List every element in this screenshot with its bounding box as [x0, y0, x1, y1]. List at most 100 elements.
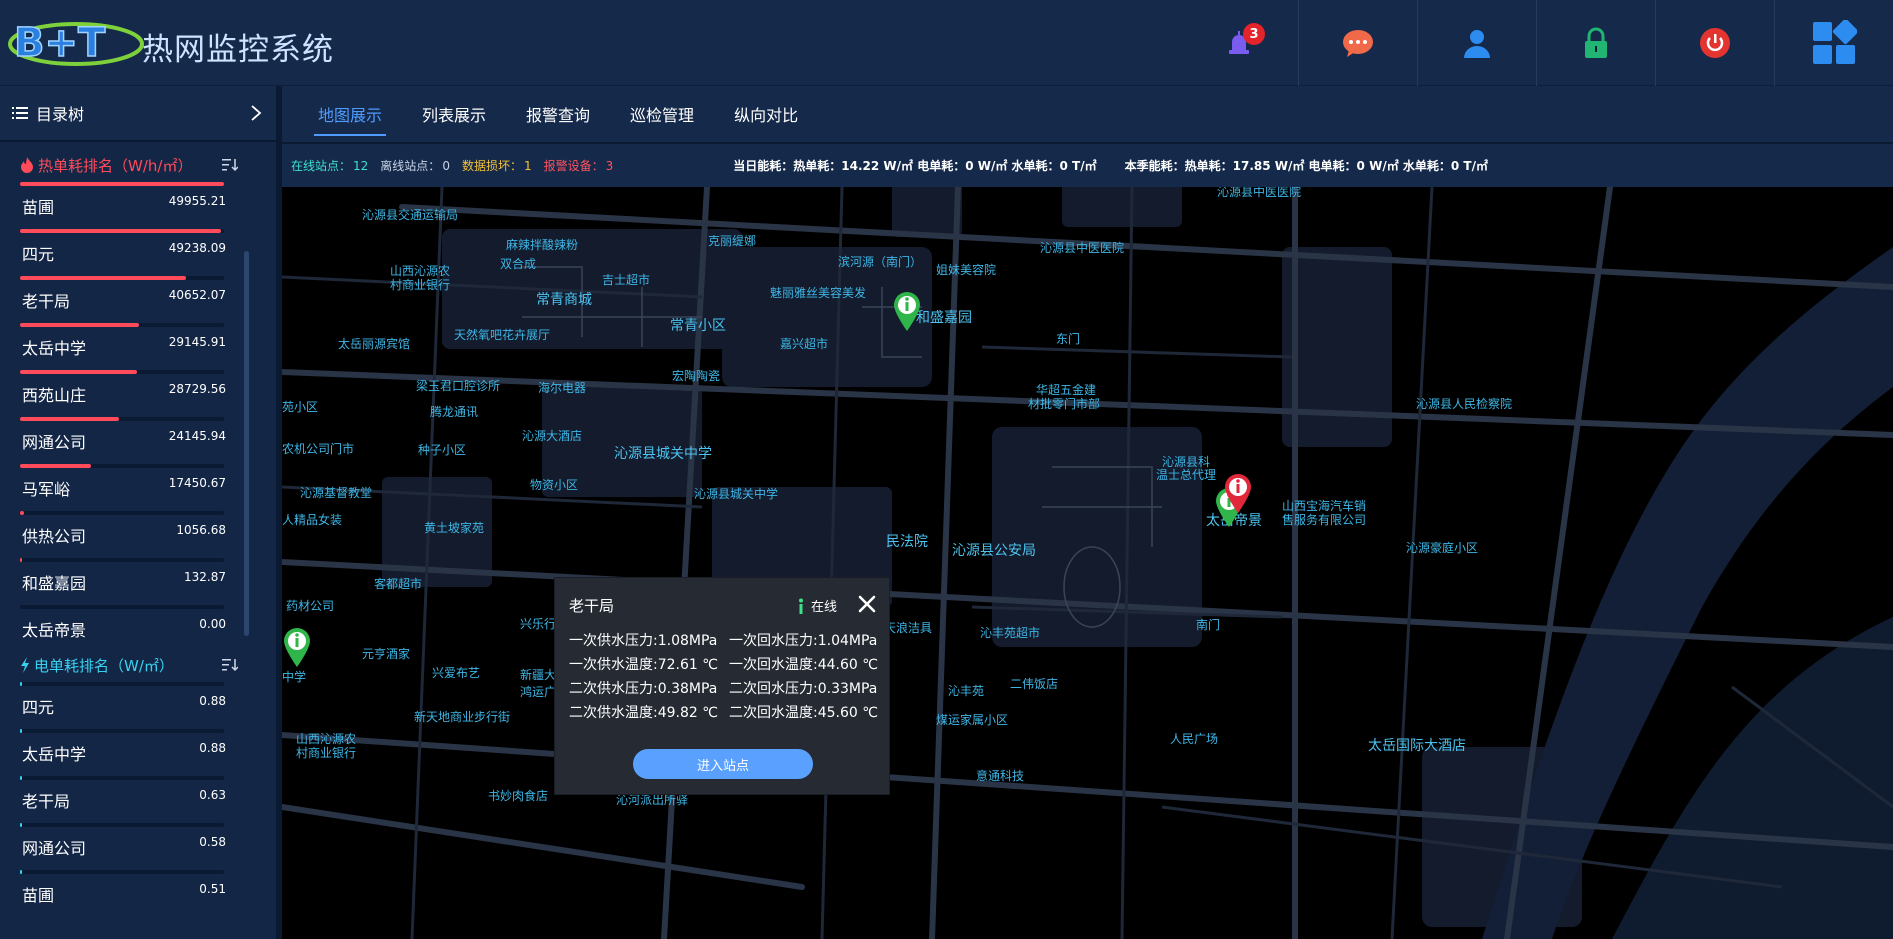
map-poi-label: 沁源县交通运输局 [362, 208, 459, 222]
rank-bar-track [20, 605, 224, 609]
rank-item-value: 24145.94 [168, 429, 226, 443]
map-poi-label: 兴乐行 [520, 617, 557, 631]
chevron-right-icon[interactable] [250, 104, 262, 122]
tab-1[interactable]: 列表展示 [402, 86, 506, 142]
popup-reading-row: 一次供水温度:72.61 ℃ 一次回水温度:44.60 ℃ [569, 654, 878, 674]
elec_rank-item[interactable]: 四元 0.88 [20, 680, 226, 727]
map-poi-label: 梁玉君口腔诊所 [416, 379, 501, 393]
reading-supply: 二次供水温度:49.82 ℃ [569, 705, 718, 721]
offline-count: 0 [442, 158, 450, 173]
map-poi-label: 苑小区 [282, 400, 319, 414]
map-poi-label: 沁源县中医医院 [1217, 187, 1302, 199]
rank-bar-track [20, 511, 224, 515]
tab-bar: 地图展示 列表展示 报警查询 巡检管理 纵向对比 [282, 86, 1893, 142]
directory-tree-label: 目录树 [36, 105, 85, 124]
lock-button[interactable] [1536, 0, 1655, 86]
rank-bar-fill [20, 823, 23, 827]
elec_rank-item[interactable]: 太岳中学 0.88 [20, 727, 226, 774]
map-poi-label: 克丽缇娜 [708, 234, 757, 248]
map-poi-label: 沁源县公安局 [952, 543, 1036, 559]
alarm-button[interactable]: 3 [1179, 0, 1298, 86]
map-poi-label: 腾龙通讯 [430, 405, 479, 419]
map-poi-label: 和盛嘉园 [916, 310, 972, 326]
tab-3[interactable]: 巡检管理 [610, 86, 714, 142]
tab-0[interactable]: 地图展示 [298, 86, 402, 142]
map-poi-label: 滨河源（南门） [838, 255, 923, 269]
map-poi-label: 村商业银行 [390, 278, 451, 292]
map-poi-label: 民法院 [886, 534, 928, 550]
elec_rank-item[interactable]: 老干局 0.63 [20, 774, 226, 821]
rank-bar-track [20, 464, 224, 468]
header-toolbar: 3 [1179, 0, 1893, 86]
brand-logo: B+T [8, 19, 144, 67]
rank-bar-fill [20, 682, 23, 686]
heat_rank-item[interactable]: 马军峪 17450.67 [20, 462, 226, 509]
map-poi-label: 意通科技 [976, 769, 1025, 783]
map-poi-label: 山西宝海汽车销 [1282, 499, 1367, 513]
rank-item-name: 网通公司 [22, 839, 87, 858]
message-button[interactable] [1298, 0, 1417, 86]
station-marker-hesheng[interactable] [892, 291, 922, 331]
app-menu-button[interactable] [1774, 0, 1893, 86]
map-poi-label: 沁源基督教堂 [300, 486, 373, 500]
rank-item-value: 0.58 [199, 835, 226, 849]
station-marker-alarm[interactable] [1223, 473, 1253, 513]
reading-supply: 一次供水温度:72.61 ℃ [569, 657, 718, 673]
rank-item-name: 苗圃 [22, 886, 55, 905]
ranking-panel: 热单耗排名（W/h/㎡） 苗圃 49955.21 四元 49238.09 老干局 4065… [0, 144, 276, 939]
rank-bar-track [20, 229, 224, 233]
map-poi-label: 沁丰苑 [948, 684, 985, 698]
sort-icon[interactable] [222, 158, 238, 172]
map-roads [282, 187, 1893, 939]
heat_rank-item[interactable]: 太岳中学 29145.91 [20, 321, 226, 368]
rank-bar-fill [20, 276, 187, 280]
station-marker-miaopu[interactable] [282, 627, 312, 667]
heat_rank-item[interactable]: 和盛嘉园 132.87 [20, 556, 226, 603]
rank-bar-fill [20, 729, 23, 733]
rank-item-name: 供热公司 [22, 527, 87, 546]
rank-bar-track [20, 276, 224, 280]
map-poi-label: 常青商城 [536, 292, 592, 308]
map-poi-label: 华超五金建 [1036, 383, 1097, 397]
enter-station-button[interactable]: 进入站点 [633, 749, 813, 779]
reading-return: 二次回水压力:0.33MPa [729, 681, 878, 697]
directory-tree-toggle[interactable]: 目录树 [0, 86, 276, 142]
grid-menu-icon [1813, 20, 1857, 64]
user-button[interactable] [1417, 0, 1536, 86]
power-button[interactable] [1655, 0, 1774, 86]
popup-reading-row: 二次供水压力:0.38MPa 二次回水压力:0.33MPa [569, 678, 877, 698]
tab-4[interactable]: 纵向对比 [714, 86, 818, 142]
map-poi-label: 沁河派出所驿 [616, 793, 689, 807]
elec_rank-item[interactable]: 苗圃 0.51 [20, 868, 226, 915]
heat_rank-item[interactable]: 苗圃 49955.21 [20, 180, 226, 227]
map-poi-label: 中学 [282, 670, 307, 684]
tab-2[interactable]: 报警查询 [506, 86, 610, 142]
sidebar-scrollbar[interactable] [244, 251, 249, 636]
reading-return: 一次回水压力:1.04MPa [729, 633, 878, 649]
map-poi-label: 沁源大酒店 [522, 429, 583, 443]
heat_rank-item[interactable]: 供热公司 1056.68 [20, 509, 226, 556]
map-poi-label: 元亨酒家 [362, 647, 411, 661]
map-canvas[interactable]: 沁源县中医医院 沁源县交通运输局 麻辣拌酸辣粉 克丽缇娜 沁源县中医医院 滨河源（南门）姐… [282, 187, 1893, 939]
map-poi-label: 海尔电器 [538, 381, 587, 395]
popup-reading-row: 一次供水压力:1.08MPa 一次回水压力:1.04MPa [569, 630, 877, 650]
station-popup: 老干局 在线 一次供水压力:1.08MPa 一次回水压力:1.04MPa 一次供水温… [554, 577, 890, 795]
sort-icon[interactable] [222, 658, 238, 672]
heat_rank-item[interactable]: 网通公司 24145.94 [20, 415, 226, 462]
main-panel: 地图展示 列表展示 报警查询 巡检管理 纵向对比 在线站点： 12 离线站点： 0 数据… [282, 86, 1893, 939]
close-icon[interactable] [857, 594, 877, 614]
map-poi-label: 人精品女装 [282, 513, 343, 527]
reading-supply: 二次供水压力:0.38MPa [569, 681, 718, 697]
heat-rank-label: 热单耗排名（W/h/㎡） [38, 156, 193, 175]
rank-bar-fill [20, 464, 92, 468]
rank-bar-fill [20, 511, 25, 515]
heat_rank-item[interactable]: 西苑山庄 28729.56 [20, 368, 226, 415]
heat_rank-item[interactable]: 太岳帝景 0.00 [20, 603, 226, 650]
alarm-count-badge: 3 [1243, 23, 1265, 45]
rank-item-name: 老干局 [22, 292, 71, 311]
heat_rank-item[interactable]: 四元 49238.09 [20, 227, 226, 274]
sidebar: 目录树 热单耗排名（W/h/㎡） 苗圃 49955.21 四元 49238.09 老干局… [0, 86, 276, 939]
elec_rank-item[interactable]: 网通公司 0.58 [20, 821, 226, 868]
heat-rank-title: 热单耗排名（W/h/㎡） [20, 150, 276, 180]
heat_rank-item[interactable]: 老干局 40652.07 [20, 274, 226, 321]
